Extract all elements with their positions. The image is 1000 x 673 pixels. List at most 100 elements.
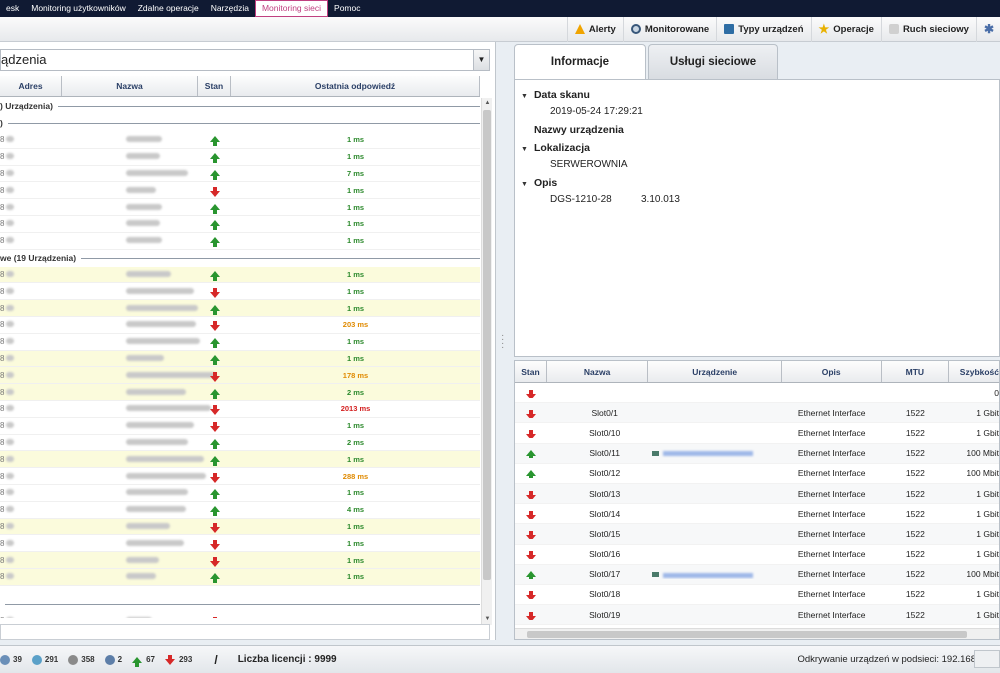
table-row[interactable]: 8 1 ms bbox=[0, 233, 480, 250]
table-row[interactable]: 8 1 ms bbox=[0, 552, 480, 569]
device-link[interactable] bbox=[663, 451, 754, 457]
table-row[interactable]: 8 1 ms bbox=[0, 568, 480, 586]
status-count[interactable]: 39 bbox=[0, 654, 22, 665]
ports-horizontal-scrollbar[interactable] bbox=[515, 628, 999, 639]
chevron-down-icon[interactable]: ▼ bbox=[473, 50, 489, 70]
col-last-response[interactable]: Ostatnia odpowiedź bbox=[231, 76, 480, 96]
table-row[interactable]: 8 178 ms bbox=[0, 367, 480, 385]
table-row[interactable]: 8 1 ms bbox=[0, 485, 480, 502]
scan-date-section[interactable]: ▼ Data skanu bbox=[521, 89, 590, 101]
menu-item[interactable]: Zdalne operacje bbox=[132, 0, 205, 17]
table-row[interactable]: 8 1 ms bbox=[0, 535, 480, 553]
table-row[interactable]: 8 4 ms bbox=[0, 502, 480, 519]
table-row[interactable]: Slot0/19 Ethernet Interface 1522 1 Gbit bbox=[515, 605, 999, 626]
scrollbar-thumb[interactable] bbox=[483, 110, 491, 580]
table-row[interactable]: Slot0/15 Ethernet Interface 1522 1 Gbit bbox=[515, 524, 999, 545]
location-section[interactable]: ▼ Lokalizacja bbox=[521, 142, 590, 154]
table-row[interactable]: Slot0/17 Ethernet Interface 1522 100 Mbit bbox=[515, 564, 999, 585]
col-name[interactable]: Nazwa bbox=[547, 361, 649, 382]
table-row[interactable]: 0 bbox=[515, 383, 999, 404]
table-row[interactable]: 8 1 ms bbox=[0, 283, 480, 301]
port-speed: 100 Mbit bbox=[966, 468, 999, 479]
table-row[interactable]: Slot0/10 Ethernet Interface 1522 1 Gbit bbox=[515, 423, 999, 444]
table-row[interactable]: 8 1 ms bbox=[0, 518, 480, 536]
description-section[interactable]: ▼ Opis bbox=[521, 177, 557, 189]
group-header[interactable]: we (19 Urządzenia) bbox=[0, 250, 480, 267]
table-row[interactable]: 8 1 ms bbox=[0, 199, 480, 216]
scroll-up-icon[interactable]: ▲ bbox=[482, 98, 493, 109]
table-row[interactable]: Slot0/13 Ethernet Interface 1522 1 Gbit bbox=[515, 483, 999, 505]
group-select[interactable]: ądzenia ▼ bbox=[0, 49, 490, 71]
device-address: 8 bbox=[0, 219, 62, 228]
device-name bbox=[62, 472, 206, 481]
table-row[interactable]: Slot0/14 Ethernet Interface 1522 1 Gbit bbox=[515, 504, 999, 525]
port-name: Slot0/1 bbox=[591, 407, 618, 418]
col-state[interactable]: Stan bbox=[198, 76, 231, 96]
table-row[interactable]: 8 596 ms bbox=[0, 613, 480, 618]
col-device[interactable]: Urządzenie bbox=[648, 361, 782, 382]
table-row[interactable]: Slot0/16 Ethernet Interface 1522 1 Gbit bbox=[515, 545, 999, 565]
table-row[interactable]: 8 1 ms bbox=[0, 418, 480, 435]
menu-item[interactable]: Monitoring użytkowników bbox=[25, 0, 131, 17]
scrollbar-thumb[interactable] bbox=[527, 631, 967, 638]
port-state bbox=[515, 529, 547, 539]
table-row[interactable]: 8 1 ms bbox=[0, 334, 480, 351]
col-state[interactable]: Stan bbox=[515, 361, 547, 382]
col-mtu[interactable]: MTU bbox=[882, 361, 950, 382]
group-header[interactable] bbox=[0, 596, 480, 613]
col-speed[interactable]: Szybkość bbox=[949, 361, 999, 382]
table-row[interactable]: Slot0/18 Ethernet Interface 1522 1 Gbit bbox=[515, 585, 999, 606]
status-count[interactable]: 291 bbox=[31, 654, 58, 665]
filter-input[interactable] bbox=[0, 624, 490, 640]
operations-button[interactable]: ★ Operacje bbox=[810, 16, 881, 42]
table-row[interactable]: 8 1 ms bbox=[0, 132, 480, 149]
table-row[interactable]: 8 2 ms bbox=[0, 435, 480, 452]
table-row[interactable]: 8 203 ms bbox=[0, 317, 480, 334]
status-count[interactable]: 2 bbox=[104, 654, 122, 665]
arrow-up-icon bbox=[209, 573, 220, 584]
menu-item[interactable]: Monitoring sieci bbox=[254, 0, 329, 17]
arrow-up-icon bbox=[209, 220, 220, 231]
status-count[interactable]: 358 bbox=[68, 654, 95, 665]
group-label bbox=[0, 598, 5, 609]
table-row[interactable]: 8 1 ms bbox=[0, 350, 480, 368]
group-header[interactable]: ) Urządzenia) bbox=[0, 98, 480, 115]
table-row[interactable]: 8 1 ms bbox=[0, 451, 480, 469]
tab-information[interactable]: Informacje bbox=[514, 44, 646, 80]
port-state bbox=[515, 549, 547, 560]
table-row[interactable]: Slot0/11 Ethernet Interface 1522 100 Mbit bbox=[515, 443, 999, 464]
table-row[interactable]: 8 1 ms bbox=[0, 216, 480, 233]
status-count[interactable]: 67 bbox=[132, 655, 155, 667]
status-count[interactable]: 293 bbox=[164, 654, 192, 665]
table-row[interactable]: Slot0/12 Ethernet Interface 1522 100 Mbit bbox=[515, 464, 999, 484]
arrow-down-icon bbox=[209, 405, 220, 416]
col-address[interactable]: Adres bbox=[0, 76, 62, 96]
device-list-scrollbar[interactable]: ▲ ▼ bbox=[481, 98, 492, 625]
table-row[interactable]: 8 288 ms bbox=[0, 468, 480, 485]
device-types-button[interactable]: Typy urządzeń bbox=[716, 16, 810, 42]
menu-item[interactable]: Narzędzia bbox=[205, 0, 255, 17]
group-header[interactable]: ) bbox=[0, 115, 480, 132]
col-description[interactable]: Opis bbox=[782, 361, 882, 382]
table-row[interactable]: 8 7 ms bbox=[0, 166, 480, 183]
traffic-button[interactable]: Ruch sieciowy bbox=[880, 16, 976, 42]
table-row[interactable]: 8 1 ms bbox=[0, 266, 480, 284]
alerts-button[interactable]: Alerty bbox=[566, 16, 623, 42]
monitored-button[interactable]: Monitorowane bbox=[622, 16, 716, 42]
settings-button[interactable]: ✱ bbox=[975, 16, 1000, 42]
table-row[interactable]: 8 1 ms bbox=[0, 149, 480, 166]
col-name[interactable]: Nazwa bbox=[62, 76, 198, 96]
last-response: 7 ms bbox=[346, 168, 365, 178]
device-link[interactable] bbox=[663, 572, 754, 578]
tab-network-services[interactable]: Usługi sieciowe bbox=[648, 44, 778, 80]
table-row[interactable]: 8 2013 ms bbox=[0, 401, 480, 418]
table-row[interactable]: 8 1 ms bbox=[0, 182, 480, 200]
location-value: SERWEROWNIA bbox=[550, 159, 628, 170]
table-row[interactable]: Slot0/1 Ethernet Interface 1522 1 Gbit bbox=[515, 403, 999, 424]
last-response: 2013 ms bbox=[340, 404, 371, 414]
table-row[interactable]: 8 2 ms bbox=[0, 384, 480, 401]
panel-splitter[interactable]: · · · · bbox=[497, 42, 511, 640]
table-row[interactable]: 8 1 ms bbox=[0, 300, 480, 317]
menu-item[interactable]: esk bbox=[0, 0, 25, 17]
menu-item[interactable]: Pomoc bbox=[328, 0, 366, 17]
